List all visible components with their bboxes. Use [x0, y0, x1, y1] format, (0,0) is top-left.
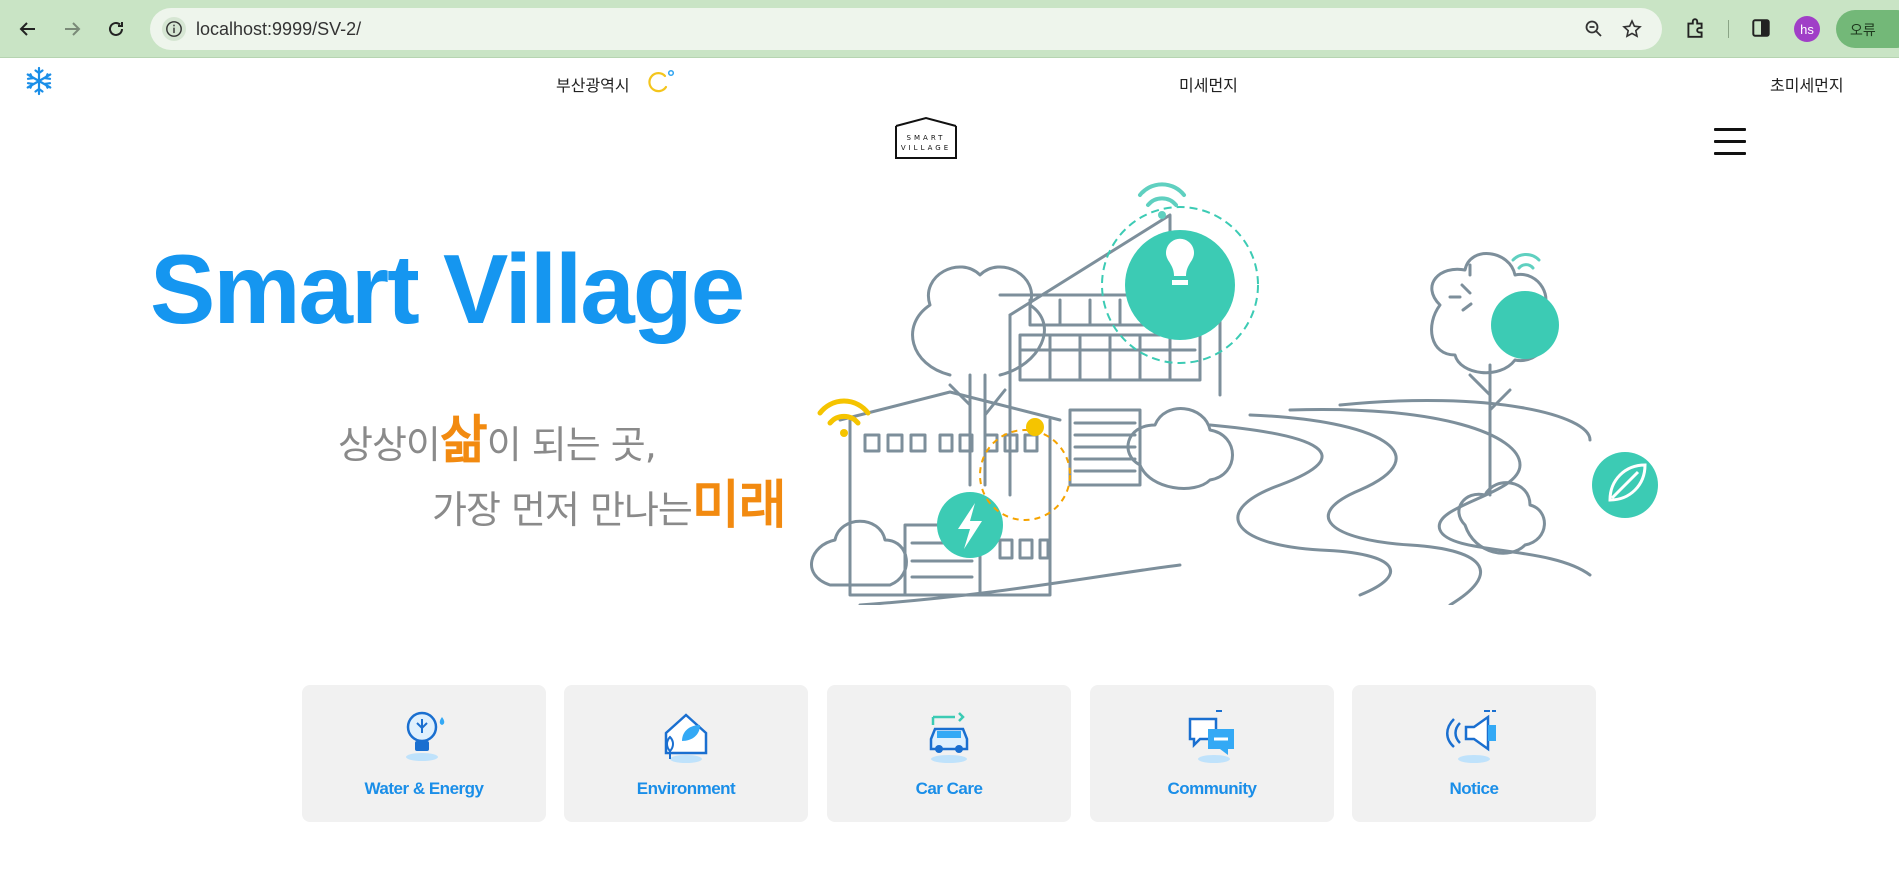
zoom-icon[interactable] — [1582, 17, 1606, 41]
tagline-line1-pre: 상상이 — [338, 423, 441, 467]
service-label: Environment — [636, 779, 736, 798]
site-info-icon[interactable] — [162, 17, 186, 41]
service-label: Car Care — [915, 779, 983, 798]
service-card-community[interactable]: Community — [1090, 685, 1334, 822]
city-name: 부산광역시 — [556, 76, 630, 95]
profile-avatar[interactable]: hs — [1794, 16, 1820, 42]
service-label: Water & Energy — [364, 779, 484, 798]
tagline-line1-accent: 삶 — [439, 411, 488, 471]
hero-title-text: Smart Village — [150, 234, 745, 344]
browser-toolbar: localhost:9999/SV-2/ hs 오류 ⋮ — [0, 0, 1899, 58]
more-menu-icon[interactable]: ⋮ — [1894, 18, 1899, 39]
service-label: Community — [1167, 779, 1258, 798]
hero-title: Smart Village — [150, 240, 745, 338]
fine-dust-label: 미세먼지 — [1179, 76, 1238, 95]
megaphone-icon — [1446, 710, 1496, 763]
service-card-car-care[interactable]: Car Care — [827, 685, 1071, 822]
error-chip[interactable]: 오류 ⋮ — [1836, 10, 1899, 48]
bookmark-star-icon[interactable] — [1620, 17, 1644, 41]
tagline-line2-accent: 미래 — [691, 476, 787, 536]
url-text[interactable]: localhost:9999/SV-2/ — [196, 19, 361, 40]
service-label: Notice — [1449, 779, 1499, 798]
service-card-notice[interactable]: Notice — [1352, 685, 1596, 822]
toolbar-separator — [1728, 20, 1729, 38]
tagline-line2: 가장 먼저 만나는미래 — [432, 463, 787, 538]
extensions-icon[interactable] — [1682, 15, 1708, 41]
eco-house-icon — [664, 713, 708, 763]
weather-strip: 부산광역시 미세먼지 초미세먼지 — [0, 58, 1899, 108]
back-button[interactable] — [12, 13, 44, 45]
car-icon — [929, 712, 969, 763]
forward-arrow-icon — [65, 22, 81, 36]
village-illustration — [810, 182, 1658, 605]
logo-line2: VILLAGE — [901, 144, 951, 152]
chat-icon — [1188, 710, 1234, 763]
service-card-water-energy[interactable]: Water & Energy — [302, 685, 546, 822]
back-arrow-icon — [19, 22, 35, 36]
forward-button[interactable] — [56, 13, 88, 45]
weather-loading-icon — [646, 68, 676, 94]
logo-line1: SMART — [907, 134, 946, 142]
reload-button[interactable] — [100, 13, 132, 45]
tagline-line1-post: 이 되는 곳, — [486, 423, 657, 467]
hamburger-menu-button[interactable] — [1714, 128, 1746, 156]
reload-icon — [109, 21, 123, 36]
tagline-line1: 상상이삶이 되는 곳, — [338, 398, 657, 473]
bulb-icon — [406, 711, 445, 761]
snowflake-icon — [24, 66, 54, 96]
site-logo[interactable]: SMART VILLAGE — [894, 116, 958, 160]
address-bar[interactable]: localhost:9999/SV-2/ — [150, 8, 1662, 50]
service-card-environment[interactable]: Environment — [564, 685, 808, 822]
ultrafine-dust-label: 초미세먼지 — [1770, 76, 1844, 95]
error-label: 오류 — [1850, 23, 1876, 39]
tagline-line2-pre: 가장 먼저 만나는 — [432, 488, 693, 532]
side-panel-icon[interactable] — [1748, 15, 1774, 41]
